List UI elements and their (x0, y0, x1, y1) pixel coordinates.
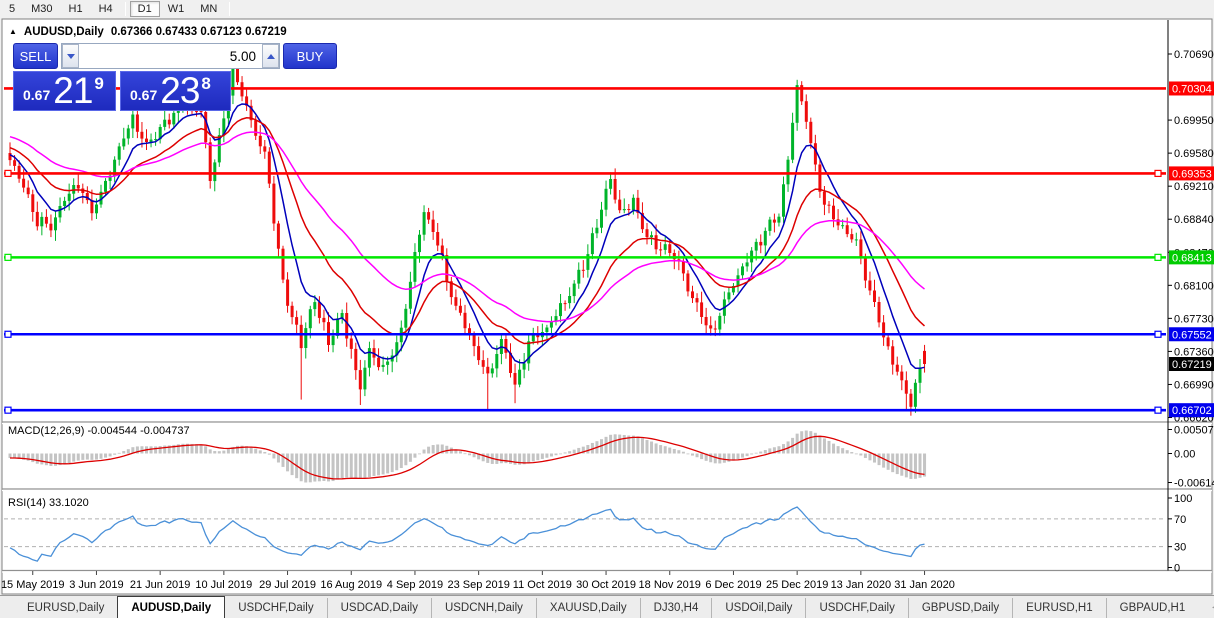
date-label: 31 Jan 2020 (894, 579, 955, 591)
chart-tab-usdchf-daily[interactable]: USDCHF,Daily (805, 598, 907, 618)
ohlc-values: 0.67366 0.67433 0.67123 0.67219 (110, 26, 287, 38)
date-label: 3 Jun 2019 (69, 579, 123, 591)
level-handle (1154, 406, 1162, 414)
timeframe-toolbar: 5 M30 H1 H4 D1 W1 MN (0, 0, 1214, 18)
bid-price-box[interactable]: 0.67 21 9 (13, 71, 116, 111)
chart-tab-eurusd-h1[interactable]: EURUSD,H1 (1012, 598, 1105, 618)
buy-button[interactable]: BUY (283, 43, 337, 69)
price-tick-label: 0.68840 (1174, 214, 1214, 226)
date-label: 13 Jan 2020 (831, 579, 892, 591)
price-tick-label: 0.69580 (1174, 148, 1214, 160)
price-badge-label: 0.69353 (1172, 168, 1212, 180)
rsi-tick-label: 0 (1174, 563, 1180, 575)
volume-spinner (61, 43, 280, 69)
chart-tab-usdcnh-daily[interactable]: USDCNH,Daily (430, 598, 536, 618)
sell-button[interactable]: SELL (13, 43, 58, 69)
timeframe-button-mn[interactable]: MN (192, 1, 225, 17)
price-tick-label: 0.67360 (1174, 346, 1214, 358)
price-tick-label: 0.69210 (1174, 181, 1214, 193)
price-badge-label: 0.66702 (1172, 405, 1212, 417)
macd-tick-label: 0.00 (1174, 449, 1195, 461)
toolbar-separator (124, 2, 126, 16)
macd-tick-label: 0.005076 (1174, 425, 1214, 437)
date-label: 11 Oct 2019 (513, 579, 572, 591)
chart-tab-eurusd-daily[interactable]: EURUSD,Daily (14, 598, 117, 618)
price-badge-label: 0.67552 (1172, 329, 1212, 341)
timeframe-button-h4[interactable]: H4 (91, 1, 121, 17)
ask-big-digits: 23 (160, 70, 200, 111)
chart-tab-usdcad-daily[interactable]: USDCAD,Daily (326, 598, 431, 618)
date-label: 21 Jun 2019 (130, 579, 191, 591)
level-handle (4, 169, 12, 178)
chart-tab-bar: EURUSD,Daily AUDUSD,Daily USDCHF,Daily USDC… (0, 595, 1214, 618)
timeframe-button-m30[interactable]: M30 (23, 1, 60, 17)
timeframe-buttons: 5 M30 H1 H4 D1 W1 MN (1, 1, 234, 17)
triangle-up-icon (266, 53, 275, 59)
date-label: 18 Nov 2019 (639, 579, 701, 591)
rsi-tick-label: 30 (1174, 542, 1186, 554)
tab-scroll-arrows: ◄ ► (1198, 596, 1214, 618)
bid-big-digits: 21 (53, 70, 93, 111)
ask-pip-digit: 8 (201, 74, 211, 93)
ask-prefix: 0.67 (130, 87, 158, 103)
price-tick-label: 0.68100 (1174, 280, 1214, 292)
date-label: 6 Dec 2019 (705, 579, 761, 591)
chart-tab-xauusd-daily[interactable]: XAUUSD,Daily (535, 598, 640, 618)
date-label: 25 Dec 2019 (766, 579, 828, 591)
ask-price-box[interactable]: 0.67 23 8 (120, 71, 231, 111)
rsi-tick-label: 70 (1174, 514, 1186, 526)
level-handle (1154, 169, 1162, 178)
price-badge-label: 0.67219 (1172, 359, 1212, 371)
price-tick-label: 0.70690 (1174, 49, 1214, 61)
price-tick-label: 0.67730 (1174, 313, 1214, 325)
macd-indicator-label: MACD(12,26,9) -0.004544 -0.004737 (8, 425, 190, 437)
date-label: 10 Jul 2019 (195, 579, 252, 591)
mt4-terminal: 0.70690 0.69950 0.69580 0.69210 0.68840 0.684… (0, 0, 1214, 618)
timeframe-button-h1[interactable]: H1 (61, 1, 91, 17)
bid-prefix: 0.67 (23, 87, 51, 103)
date-label: 23 Sep 2019 (447, 579, 509, 591)
chart-tab-gbpaud-h1[interactable]: GBPAUD,H1 (1105, 598, 1199, 618)
chart-title: ▲ AUDUSD,Daily 0.67366 0.67433 0.67123 0… (9, 26, 287, 38)
level-handle (4, 330, 12, 338)
chart-tab-audusd-daily[interactable]: AUDUSD,Daily (117, 596, 226, 618)
date-label: 4 Sep 2019 (387, 579, 443, 591)
timeframe-button-d1[interactable]: D1 (129, 1, 160, 17)
volume-input[interactable] (79, 44, 262, 68)
volume-increase-button[interactable] (262, 44, 279, 68)
level-handle (1154, 253, 1162, 261)
date-label: 30 Oct 2019 (576, 579, 636, 591)
chart-tab-usdoil-daily[interactable]: USDOil,Daily (711, 598, 805, 618)
one-click-trading-panel: SELL BUY 0.67 21 9 0.67 23 8 (13, 43, 337, 111)
toolbar-separator (229, 2, 231, 16)
bid-pip-digit: 9 (94, 74, 104, 93)
date-label: 15 May 2019 (1, 579, 65, 591)
tab-scroll-left-icon[interactable]: ◄ (1210, 602, 1214, 612)
price-tick-label: 0.69950 (1174, 115, 1214, 127)
timeframe-button-w1[interactable]: W1 (160, 1, 193, 17)
chart-tab-dj30-h4[interactable]: DJ30,H4 (639, 598, 712, 618)
rsi-tick-label: 100 (1174, 493, 1192, 505)
triangle-down-icon (66, 53, 75, 59)
volume-decrease-button[interactable] (62, 44, 79, 68)
chart-tabs: EURUSD,Daily AUDUSD,Daily USDCHF,Daily USDC… (14, 596, 1198, 618)
level-handle (1154, 330, 1162, 338)
collapse-triangle-icon[interactable]: ▲ (9, 28, 17, 36)
rsi-indicator-label: RSI(14) 33.1020 (8, 497, 89, 509)
date-label: 16 Aug 2019 (320, 579, 382, 591)
chart-tab-gbpusd-daily[interactable]: GBPUSD,Daily (907, 598, 1012, 618)
timeframe-button-5[interactable]: 5 (1, 1, 23, 17)
symbol-label: AUDUSD,Daily (23, 26, 104, 38)
price-badge-label: 0.70304 (1172, 83, 1212, 95)
date-label: 29 Jul 2019 (259, 579, 316, 591)
price-tick-label: 0.66990 (1174, 379, 1214, 391)
price-badge-label: 0.68413 (1172, 252, 1212, 264)
level-handle (4, 253, 12, 261)
level-handle (4, 406, 12, 414)
macd-tick-label: -0.006148 (1174, 478, 1214, 490)
chart-tab-usdchf-daily[interactable]: USDCHF,Daily (225, 598, 326, 618)
